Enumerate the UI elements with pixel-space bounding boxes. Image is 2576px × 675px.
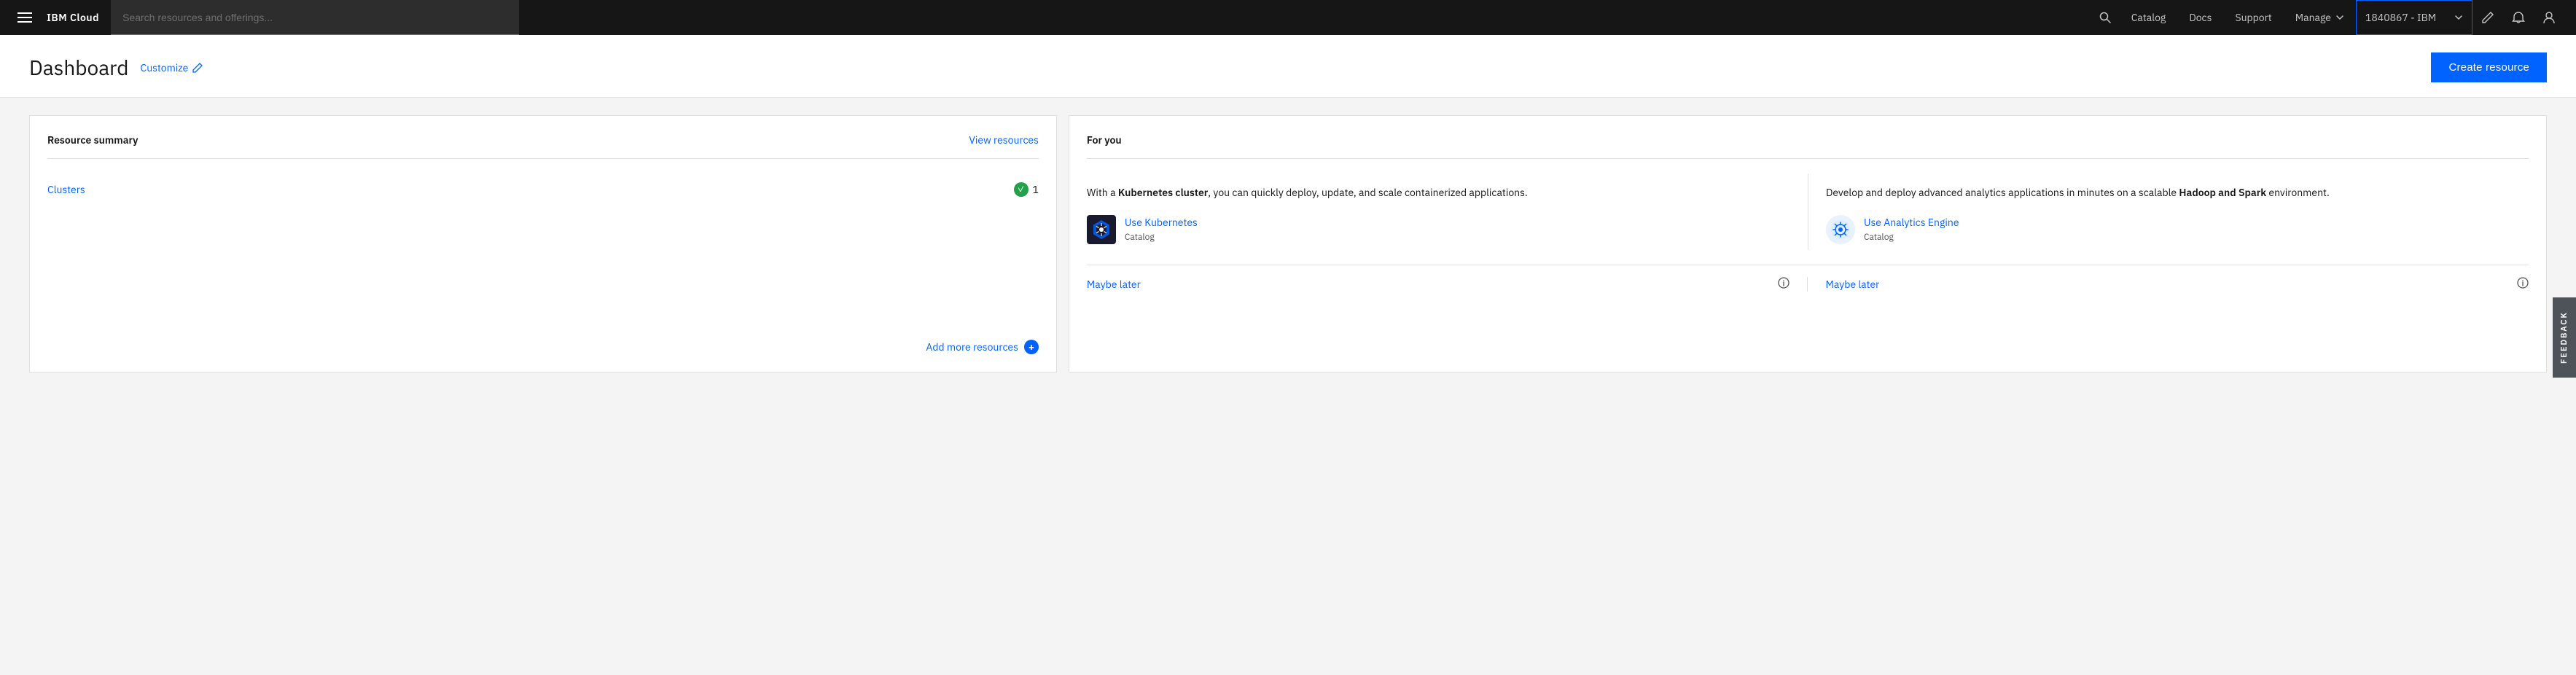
- add-circle-icon: +: [1024, 340, 1039, 354]
- search-icon[interactable]: [2091, 12, 2120, 23]
- add-more-resources-link[interactable]: Add more resources +: [47, 322, 1039, 354]
- analytics-service-row: Use Analytics Engine Catalog: [1826, 215, 2511, 244]
- view-resources-link[interactable]: View resources: [969, 133, 1039, 147]
- for-you-title: For you: [1087, 133, 2529, 159]
- resource-summary-card: Resource summary View resources Clusters…: [29, 115, 1057, 372]
- clusters-link[interactable]: Clusters: [47, 183, 85, 196]
- header-left: Dashboard Customize: [29, 54, 203, 81]
- kubernetes-icon: [1087, 215, 1116, 244]
- use-kubernetes-link[interactable]: Use Kubernetes: [1125, 216, 1198, 229]
- page-header: Dashboard Customize Create resource: [0, 35, 2576, 98]
- check-icon: ✓: [1014, 182, 1029, 197]
- info-icon-analytics[interactable]: [2517, 277, 2529, 292]
- customize-link[interactable]: Customize: [141, 61, 203, 74]
- brand-name: IBM Cloud: [41, 11, 111, 24]
- resource-summary-header: Resource summary View resources: [47, 133, 1039, 159]
- top-navigation: IBM Cloud Catalog Docs Support Manage 18…: [0, 0, 2576, 35]
- maybe-later-analytics: Maybe later: [1807, 277, 2529, 292]
- maybe-later-analytics-link[interactable]: Maybe later: [1825, 278, 1879, 291]
- kubernetes-service-row: Use Kubernetes Catalog: [1087, 215, 1790, 244]
- catalog-link[interactable]: Catalog: [2120, 0, 2178, 35]
- hamburger-menu[interactable]: [12, 4, 38, 31]
- maybe-later-kubernetes-link[interactable]: Maybe later: [1087, 278, 1141, 291]
- for-you-card: For you With a Kubernetes cluster, you c…: [1069, 115, 2547, 372]
- kubernetes-catalog-label: Catalog: [1125, 232, 1155, 243]
- cluster-row: Clusters ✓ 1: [47, 173, 1039, 206]
- for-you-grid: With a Kubernetes cluster, you can quick…: [1087, 173, 2529, 250]
- analytics-item: Develop and deploy advanced analytics ap…: [1808, 173, 2529, 250]
- analytics-service-info: Use Analytics Engine Catalog: [1864, 216, 1959, 243]
- kubernetes-item: With a Kubernetes cluster, you can quick…: [1087, 173, 1808, 250]
- info-icon-kubernetes[interactable]: [1778, 277, 1789, 292]
- edit-icon[interactable]: [2472, 0, 2503, 35]
- nav-links: Catalog Docs Support Manage: [2120, 0, 2356, 35]
- search-input[interactable]: [111, 0, 519, 35]
- account-selector[interactable]: 1840867 - IBM: [2356, 0, 2472, 35]
- analytics-catalog-label: Catalog: [1864, 232, 1894, 243]
- use-analytics-link[interactable]: Use Analytics Engine: [1864, 216, 1959, 229]
- create-resource-button[interactable]: Create resource: [2431, 52, 2547, 82]
- resource-summary-title: Resource summary: [47, 133, 138, 147]
- kubernetes-description: With a Kubernetes cluster, you can quick…: [1087, 185, 1790, 200]
- main-content: Resource summary View resources Clusters…: [0, 98, 2576, 390]
- maybe-later-row: Maybe later Maybe later: [1087, 265, 2529, 292]
- manage-link[interactable]: Manage: [2284, 0, 2356, 35]
- docs-link[interactable]: Docs: [2177, 0, 2223, 35]
- analytics-description: Develop and deploy advanced analytics ap…: [1826, 185, 2511, 200]
- user-profile-icon[interactable]: [2534, 0, 2564, 35]
- kubernetes-service-info: Use Kubernetes Catalog: [1125, 216, 1198, 243]
- cluster-count: ✓ 1: [1014, 182, 1039, 197]
- analytics-icon: [1826, 215, 1855, 244]
- notification-icon[interactable]: [2503, 0, 2534, 35]
- page-title: Dashboard: [29, 54, 129, 81]
- maybe-later-kubernetes: Maybe later: [1087, 277, 1808, 292]
- support-link[interactable]: Support: [2223, 0, 2283, 35]
- feedback-tab[interactable]: FEEDBACK: [2553, 297, 2576, 378]
